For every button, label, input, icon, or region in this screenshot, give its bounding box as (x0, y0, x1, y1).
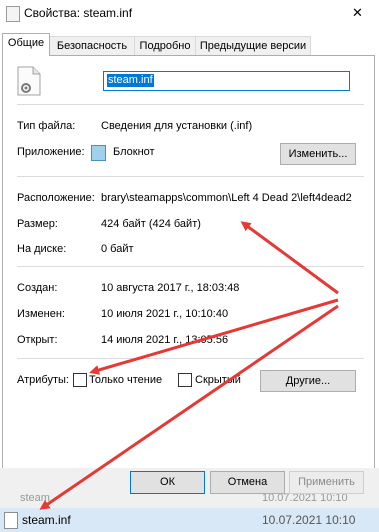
tab-general[interactable]: Общие (2, 33, 50, 56)
annotation-arrows (39, 221, 339, 510)
arrow-to-readonly (89, 298, 339, 375)
arrow-to-explorer-file (39, 304, 339, 510)
arrow-to-location (240, 221, 339, 295)
